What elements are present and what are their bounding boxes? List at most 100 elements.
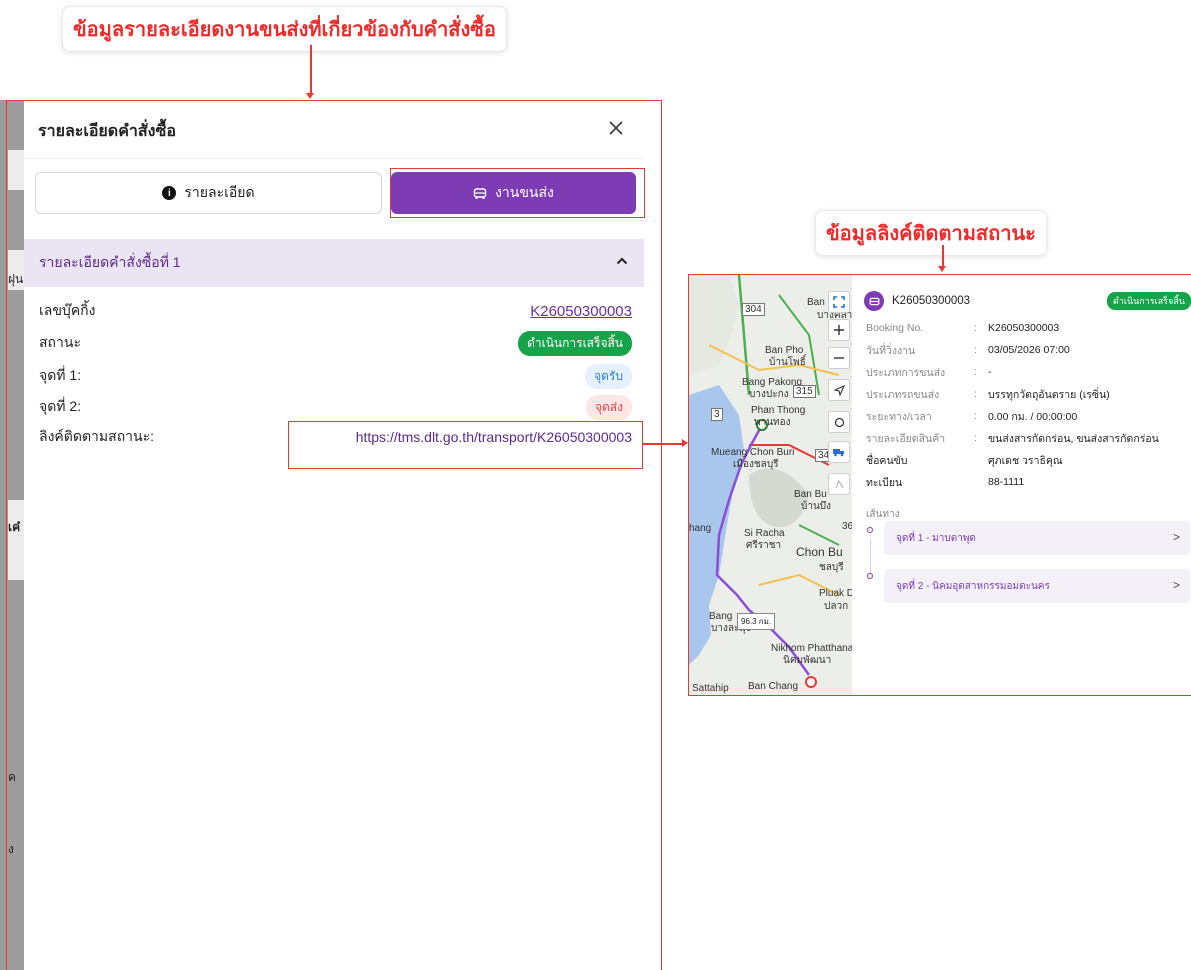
background-text: ฝุน: [8, 272, 24, 286]
field-booking-no: Booking No. : K26050300003: [866, 319, 1059, 337]
field-colon: :: [974, 388, 977, 400]
truck-icon: [833, 449, 844, 457]
route-connector: [870, 539, 871, 575]
field-label: รายละเอียดสินค้า: [866, 432, 946, 445]
background-page-overlay: ฝุน เค๋ ค ง: [0, 100, 24, 970]
road-sign: 3: [711, 408, 723, 421]
tab-details-label: รายละเอียด: [184, 184, 255, 200]
field-value: K26050300003: [988, 322, 1060, 334]
road-sign: 315: [793, 385, 816, 398]
dropoff-badge: จุดส่ง: [585, 394, 632, 420]
field-transport-type: ประเภทการขนส่ง : -: [866, 363, 992, 381]
point2-row: จุดที่ 2: จุดส่ง: [39, 393, 632, 421]
map-label: Ban Chang: [748, 681, 799, 692]
order-section-title: รายละเอียดคำสั่งซื้อที่ 1: [39, 254, 181, 270]
connector-line: [643, 443, 683, 445]
callout-top-arrow: [306, 93, 314, 99]
tracking-booking-id: K26050300003: [892, 295, 971, 307]
field-label: วันที่วิ่งงาน: [866, 344, 916, 357]
field-colon: :: [974, 322, 977, 334]
fullscreen-button[interactable]: [828, 291, 850, 313]
road-sign: 304: [742, 303, 765, 316]
tab-details[interactable]: i รายละเอียด: [35, 172, 382, 214]
fullscreen-icon: [833, 296, 845, 308]
point2-label: จุดที่ 2:: [39, 398, 82, 414]
field-label: ประเภทการขนส่ง: [866, 366, 946, 379]
zoom-out-button[interactable]: [828, 347, 850, 369]
tracking-row: ลิงค์ติดตามสถานะ: https://tms.dlt.go.th/…: [39, 423, 632, 451]
booking-row: เลขบุ๊คกิ้ง K26050300003: [39, 297, 632, 325]
map-label: Chon Bu: [796, 545, 843, 559]
route-point-1[interactable]: จุดที่ 1 - มาบตาพุด >: [884, 521, 1190, 555]
field-value: 03/05/2026 07:00: [988, 344, 1070, 356]
pickup-badge: จุดรับ: [585, 363, 632, 389]
ruler-tool-button[interactable]: [828, 473, 850, 495]
circle-tool-button[interactable]: [828, 411, 850, 433]
field-value: -: [988, 366, 992, 378]
field-value: ศุภเดช วราธิคุณ: [988, 454, 1063, 467]
map-label: ปลวก: [824, 601, 849, 612]
field-colon: :: [974, 432, 977, 444]
tracking-label: ลิงค์ติดตามสถานะ:: [39, 428, 155, 444]
booking-label: เลขบุ๊คกิ้ง: [39, 302, 96, 318]
field-colon: :: [974, 344, 977, 356]
route-map[interactable]: Bang Pakong บางปะกง Ban Pho บ้านโพธิ์ Ph…: [689, 275, 852, 695]
chevron-up-icon: [616, 257, 628, 265]
map-label: ชลบุรี: [819, 562, 844, 573]
map-label: พานทอง: [754, 417, 791, 428]
field-transporter-type: ประเภทรถขนส่ง : บรรทุกวัตถุอันตราย (เรซิ…: [866, 385, 1110, 403]
field-colon: :: [974, 366, 977, 378]
route-point-label: จุดที่ 1 - มาบตาพุด: [896, 532, 976, 544]
field-plate: ทะเบียน 88-1111: [866, 473, 1024, 491]
map-label: บ้านบึง: [801, 501, 832, 512]
map-label: hang: [689, 523, 712, 534]
status-row: สถานะ ดำเนินการเสร็จสิ้น: [39, 329, 632, 357]
close-button[interactable]: [604, 117, 628, 141]
map-label: นิคมพัฒนา: [783, 655, 832, 666]
modal-divider: [24, 158, 644, 159]
chevron-right-icon: >: [1172, 578, 1180, 592]
ruler-icon: [835, 479, 843, 488]
chevron-right-icon: >: [1172, 530, 1180, 544]
tracking-link[interactable]: https://tms.dlt.go.th/transport/K2605030…: [356, 429, 632, 445]
booking-link[interactable]: K26050300003: [530, 303, 632, 320]
field-label: ประเภทรถขนส่ง: [866, 388, 940, 401]
road-sign: 36: [842, 521, 852, 532]
car-icon: [473, 188, 487, 199]
status-label: สถานะ: [39, 334, 81, 350]
car-icon: [864, 291, 884, 311]
background-strip: [8, 150, 24, 190]
field-label: Booking No.: [866, 322, 924, 334]
map-label: ศรีราชา: [746, 540, 782, 551]
route-point-2[interactable]: จุดที่ 2 - นิคมอุตสาหกรรมอมตะนคร >: [884, 569, 1190, 603]
status-badge: ดำเนินการเสร็จสิ้น: [518, 330, 632, 356]
callout-transport-details: ข้อมูลรายละเอียดงานขนส่งที่เกี่ยวข้องกับ…: [62, 6, 507, 52]
order-details-modal: รายละเอียดคำสั่งซื้อ i รายละเอียด งานขนส…: [24, 101, 644, 970]
zoom-in-button[interactable]: [828, 319, 850, 341]
route-point-icon: [867, 527, 873, 533]
locate-button[interactable]: [828, 379, 850, 401]
field-label: ทะเบียน: [866, 476, 903, 489]
tab-transport[interactable]: งานขนส่ง: [391, 172, 636, 214]
traffic-layer-button[interactable]: [828, 441, 850, 463]
field-driver: ชื่อคนขับ ศุภเดช วราธิคุณ: [866, 451, 1063, 469]
callout-tracking-link: ข้อมูลลิงค์ติดตามสถานะ: [815, 210, 1047, 256]
background-text: เค๋: [8, 520, 21, 534]
map-label: บางปะกง: [749, 389, 789, 400]
tracking-info-panel: K26050300003 ดำเนินการเสร็จสิ้น Booking …: [852, 275, 1191, 695]
tracking-status-badge: ดำเนินการเสร็จสิ้น: [1107, 292, 1191, 310]
point1-row: จุดที่ 1: จุดรับ: [39, 362, 632, 390]
screenshot-root: ข้อมูลรายละเอียดงานขนส่งที่เกี่ยวข้องกับ…: [0, 0, 1191, 970]
order-section-header[interactable]: รายละเอียดคำสั่งซื้อที่ 1: [24, 239, 644, 287]
map-label: Pluak D: [819, 588, 852, 599]
callout-top-connector: [310, 45, 312, 94]
point1-label: จุดที่ 1:: [39, 367, 82, 383]
background-text: ง: [8, 842, 14, 856]
tab-transport-label: งานขนส่ง: [495, 184, 554, 200]
field-label: ชื่อคนขับ: [866, 454, 908, 467]
field-work-date: วันที่วิ่งงาน : 03/05/2026 07:00: [866, 341, 1070, 359]
route-distance-tag: 96.3 กม.: [737, 613, 776, 630]
tracking-page-preview: Bang Pakong บางปะกง Ban Pho บ้านโพธิ์ Ph…: [688, 274, 1191, 696]
info-icon: i: [162, 186, 177, 200]
field-value: 88-1111: [988, 476, 1025, 488]
